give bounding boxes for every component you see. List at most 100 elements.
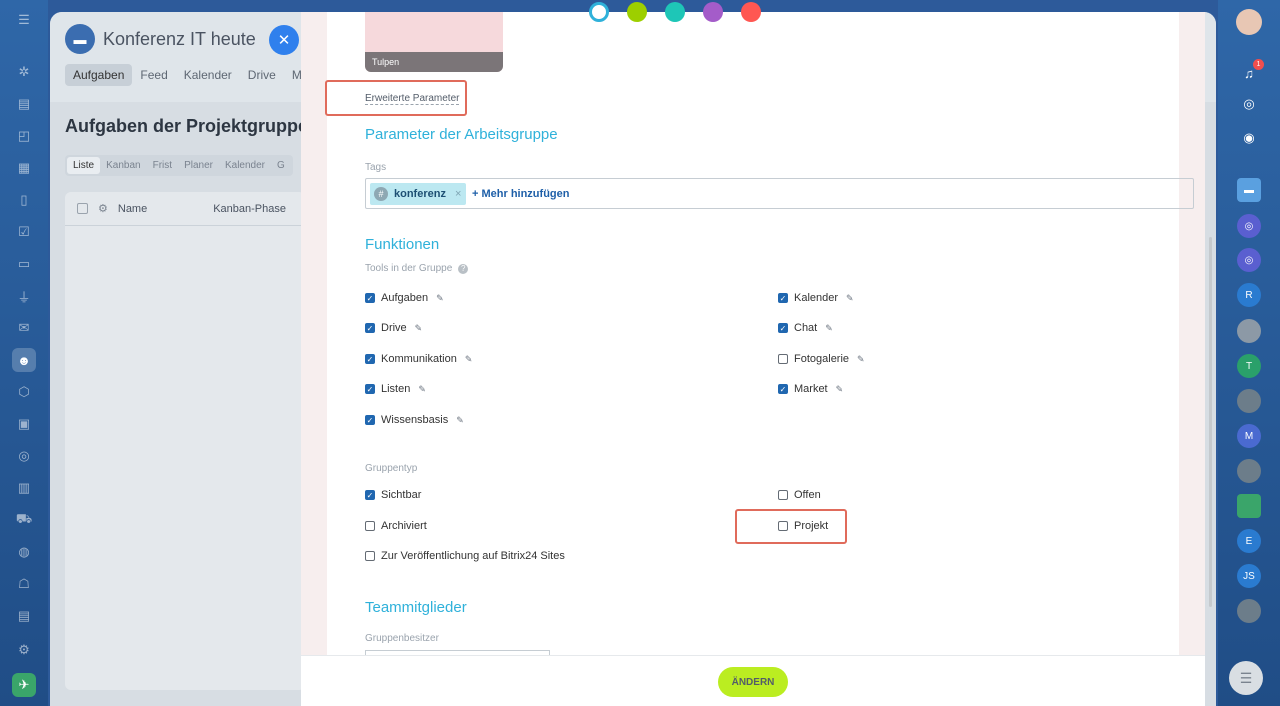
feed-icon[interactable]: ▤ bbox=[12, 92, 36, 116]
tags-input[interactable]: # konferenz × + Mehr hinzufügen bbox=[365, 178, 1194, 209]
document-icon[interactable]: ▯ bbox=[12, 188, 36, 212]
group-image[interactable]: Tulpen bbox=[365, 12, 503, 72]
contact-avatar[interactable] bbox=[1237, 459, 1261, 483]
color-option[interactable] bbox=[703, 2, 723, 22]
checkbox-checked[interactable]: ✓ bbox=[778, 384, 788, 394]
type-sites[interactable]: Zur Veröffentlichung auf Bitrix24 Sites bbox=[365, 550, 565, 562]
save-button[interactable]: ÄNDERN bbox=[718, 667, 788, 697]
view-tab-more[interactable]: G bbox=[271, 157, 291, 174]
pencil-icon[interactable]: ✎ bbox=[825, 323, 833, 334]
tool-listen[interactable]: ✓ Listen ✎ bbox=[365, 383, 426, 395]
search-chat-icon[interactable]: ◉ bbox=[1237, 126, 1261, 150]
tool-market[interactable]: ✓ Market ✎ bbox=[778, 383, 843, 395]
color-option[interactable] bbox=[589, 2, 609, 22]
tool-wissensbasis[interactable]: ✓ Wissensbasis ✎ bbox=[365, 414, 464, 426]
group-avatar[interactable] bbox=[1237, 494, 1261, 518]
view-tab-frist[interactable]: Frist bbox=[147, 157, 178, 174]
contact-avatar[interactable] bbox=[1237, 599, 1261, 623]
view-tab-kalender[interactable]: Kalender bbox=[219, 157, 271, 174]
tool-chat[interactable]: ✓ Chat ✎ bbox=[778, 322, 833, 334]
tasks-icon[interactable]: ☑ bbox=[12, 220, 36, 244]
store-icon[interactable]: ▤ bbox=[12, 604, 36, 628]
tool-kommunikation[interactable]: ✓ Kommunikation ✎ bbox=[365, 353, 472, 365]
automation-icon[interactable]: ◍ bbox=[12, 540, 36, 564]
color-option[interactable] bbox=[665, 2, 685, 22]
checkbox-checked[interactable]: ✓ bbox=[365, 293, 375, 303]
remove-tag-icon[interactable]: × bbox=[455, 188, 461, 200]
add-tag-link[interactable]: + Mehr hinzufügen bbox=[472, 188, 569, 200]
view-tab-liste[interactable]: Liste bbox=[67, 157, 101, 174]
contact-avatar-t[interactable]: T bbox=[1237, 354, 1261, 378]
channel-avatar[interactable]: ◎ bbox=[1237, 248, 1261, 272]
contact-avatar-e[interactable]: E bbox=[1237, 529, 1261, 553]
checkbox-checked[interactable]: ✓ bbox=[365, 490, 375, 500]
pencil-icon[interactable]: ✎ bbox=[846, 293, 854, 304]
pencil-icon[interactable]: ✎ bbox=[857, 354, 865, 365]
tab-kalender[interactable]: Kalender bbox=[176, 64, 240, 86]
contact-avatar-r[interactable]: R bbox=[1237, 283, 1261, 307]
contact-avatar-m[interactable]: M bbox=[1237, 424, 1261, 448]
checkbox-unchecked[interactable] bbox=[365, 551, 375, 561]
checkbox-unchecked[interactable] bbox=[778, 490, 788, 500]
user-avatar[interactable] bbox=[1236, 9, 1262, 35]
analytics-icon[interactable]: ▥ bbox=[12, 476, 36, 500]
tool-fotogalerie[interactable]: Fotogalerie ✎ bbox=[778, 353, 865, 365]
rocket-icon[interactable]: ✈ bbox=[12, 673, 36, 697]
menu-icon[interactable]: ☰ bbox=[1229, 661, 1263, 695]
checkbox-checked[interactable]: ✓ bbox=[778, 323, 788, 333]
color-option[interactable] bbox=[741, 2, 761, 22]
contact-avatar[interactable] bbox=[1237, 389, 1261, 413]
settings-icon[interactable]: ⚙ bbox=[12, 638, 36, 662]
view-tab-kanban[interactable]: Kanban bbox=[100, 157, 146, 174]
close-icon[interactable]: ✕ bbox=[269, 25, 299, 55]
robot-icon[interactable]: ☖ bbox=[12, 572, 36, 596]
contact-avatar[interactable] bbox=[1237, 319, 1261, 343]
calendar-icon[interactable]: ▦ bbox=[12, 156, 36, 180]
select-all-checkbox[interactable] bbox=[77, 203, 88, 214]
shield-icon[interactable]: ⬡ bbox=[12, 380, 36, 404]
pulse-icon[interactable]: ✲ bbox=[12, 60, 36, 84]
type-archived[interactable]: Archiviert bbox=[365, 520, 427, 532]
checkbox-checked[interactable]: ✓ bbox=[365, 384, 375, 394]
column-kanban-phase[interactable]: Kanban-Phase bbox=[213, 203, 286, 215]
chat-icon[interactable]: ◰ bbox=[12, 124, 36, 148]
scrollbar[interactable] bbox=[1209, 237, 1212, 607]
tool-kalender[interactable]: ✓ Kalender ✎ bbox=[778, 292, 854, 304]
groups-icon[interactable]: ☻ bbox=[12, 348, 36, 372]
chat-avatar[interactable]: ▬ bbox=[1237, 178, 1261, 202]
type-open[interactable]: Offen bbox=[778, 489, 821, 501]
funnel-icon[interactable]: ⏚ bbox=[12, 284, 36, 308]
pencil-icon[interactable]: ✎ bbox=[436, 293, 444, 304]
pencil-icon[interactable]: ✎ bbox=[418, 384, 426, 395]
target-icon[interactable]: ◎ bbox=[1237, 92, 1261, 116]
checkbox-checked[interactable]: ✓ bbox=[778, 293, 788, 303]
tab-drive[interactable]: Drive bbox=[240, 64, 284, 86]
pencil-icon[interactable]: ✎ bbox=[415, 323, 423, 334]
checkbox-checked[interactable]: ✓ bbox=[365, 415, 375, 425]
view-tab-planer[interactable]: Planer bbox=[178, 157, 219, 174]
channel-avatar[interactable]: ◎ bbox=[1237, 214, 1261, 238]
board-icon[interactable]: ▣ bbox=[12, 412, 36, 436]
help-icon[interactable]: ? bbox=[458, 263, 469, 274]
checkbox-checked[interactable]: ✓ bbox=[365, 354, 375, 364]
pencil-icon[interactable]: ✎ bbox=[836, 384, 844, 395]
column-name[interactable]: Name bbox=[118, 203, 147, 215]
checkbox-unchecked[interactable] bbox=[365, 521, 375, 531]
type-visible[interactable]: ✓ Sichtbar bbox=[365, 489, 421, 501]
type-project[interactable]: Projekt bbox=[778, 520, 828, 532]
crm-icon[interactable]: ▭ bbox=[12, 252, 36, 276]
menu-icon[interactable]: ☰ bbox=[12, 8, 36, 32]
tab-aufgaben[interactable]: Aufgaben bbox=[65, 64, 133, 86]
checkbox-unchecked[interactable] bbox=[778, 354, 788, 364]
pencil-icon[interactable]: ✎ bbox=[456, 415, 464, 426]
target-icon[interactable]: ◎ bbox=[12, 444, 36, 468]
checkbox-checked[interactable]: ✓ bbox=[365, 323, 375, 333]
contact-avatar-js[interactable]: JS bbox=[1237, 564, 1261, 588]
checkbox-unchecked[interactable] bbox=[778, 521, 788, 531]
tool-aufgaben[interactable]: ✓ Aufgaben ✎ bbox=[365, 292, 444, 304]
color-option[interactable] bbox=[627, 2, 647, 22]
advanced-parameters-link[interactable]: Erweiterte Parameter bbox=[365, 93, 460, 105]
gear-icon[interactable]: ⚙ bbox=[98, 202, 108, 215]
mail-icon[interactable]: ✉ bbox=[12, 316, 36, 340]
cart-icon[interactable]: ⛟ bbox=[12, 508, 36, 532]
